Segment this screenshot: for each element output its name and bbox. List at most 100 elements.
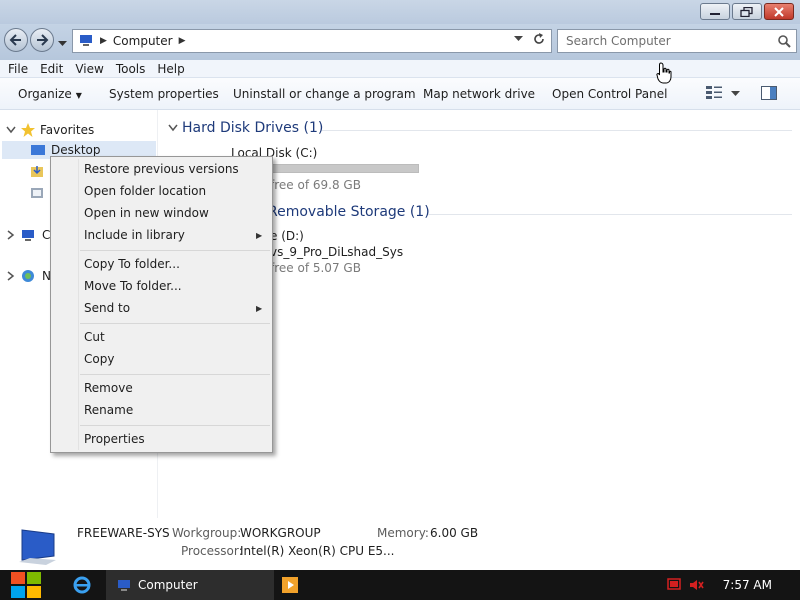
details-pane: FREEWARE-SYS Workgroup: WORKGROUP Memory… [0, 518, 800, 570]
recent-places-icon [31, 188, 43, 198]
menu-open-in-new-window[interactable]: Open in new window [84, 206, 209, 220]
processor-label: Processor: [181, 544, 243, 558]
memory-value: 6.00 GB [430, 526, 479, 540]
context-menu: Restore previous versions Open folder lo… [50, 156, 273, 453]
menu-help[interactable]: Help [149, 60, 184, 77]
back-arrow-icon [9, 34, 21, 46]
map-network-drive-button[interactable]: Map network drive [423, 87, 535, 101]
hard-disk-drives-group[interactable]: Hard Disk Drives (1) [168, 120, 323, 136]
window-controls [700, 3, 794, 20]
organize-button[interactable]: Organize ▼ [18, 87, 82, 101]
taskbar-clock[interactable]: 7:57 AM [723, 578, 772, 592]
menu-separator [80, 323, 270, 324]
nav-computer[interactable]: C [6, 228, 50, 242]
close-button[interactable] [764, 3, 794, 20]
menu-separator [80, 374, 270, 375]
internet-explorer-icon [73, 576, 91, 594]
menu-open-folder-location[interactable]: Open folder location [84, 184, 206, 198]
nav-favorites-label: Favorites [40, 123, 95, 137]
search-input[interactable]: Search Computer [557, 29, 797, 53]
nav-favorites[interactable]: Favorites [6, 122, 94, 138]
menu-edit[interactable]: Edit [32, 60, 63, 77]
chevron-down-icon [6, 126, 16, 134]
nav-network[interactable]: N [6, 269, 51, 283]
restore-icon [740, 6, 753, 17]
menu-file[interactable]: File [0, 60, 28, 77]
windows-logo-icon [11, 572, 41, 598]
computer-icon [22, 230, 34, 241]
search-icon[interactable] [777, 34, 791, 51]
computer-icon [19, 529, 56, 565]
menu-restore-previous-versions[interactable]: Restore previous versions [84, 162, 239, 176]
change-view-button[interactable] [706, 86, 722, 103]
chevron-down-icon [731, 91, 740, 96]
forward-button[interactable] [30, 28, 54, 52]
restore-button[interactable] [732, 3, 762, 20]
chevron-down-icon [58, 41, 67, 46]
open-control-panel-button[interactable]: Open Control Panel [552, 87, 667, 101]
address-bar[interactable]: ▶ Computer ▶ [72, 29, 552, 53]
preview-pane-icon [761, 86, 777, 100]
taskbar: Computer 7:57 AM [0, 570, 800, 600]
close-icon [774, 6, 784, 17]
nav-desktop-label: Desktop [51, 143, 101, 157]
downloads-folder-icon [31, 166, 43, 177]
start-button[interactable] [8, 570, 44, 600]
menu-rename[interactable]: Rename [84, 403, 133, 417]
internet-explorer-button[interactable] [68, 570, 96, 600]
chevron-down-icon [168, 124, 178, 132]
forward-arrow-icon [37, 34, 49, 46]
menu-copy[interactable]: Copy [84, 352, 114, 366]
system-properties-button[interactable]: System properties [109, 87, 219, 101]
uninstall-program-button[interactable]: Uninstall or change a program [233, 87, 416, 101]
organize-label: Organize [18, 87, 72, 101]
computer-icon [118, 580, 130, 591]
hard-disk-drives-heading: Hard Disk Drives (1) [182, 120, 324, 136]
desktop-icon [31, 144, 45, 155]
nav-recent-places[interactable] [30, 186, 44, 200]
taskbar-computer-window[interactable]: Computer [106, 570, 274, 600]
taskbar-computer-label: Computer [138, 578, 198, 592]
breadcrumb-separator-icon[interactable]: ▶ [179, 36, 186, 46]
menu-move-to-folder[interactable]: Move To folder... [84, 279, 182, 293]
submenu-arrow-icon: ▶ [256, 231, 263, 240]
address-dropdown-icon[interactable] [514, 36, 523, 42]
preview-pane-button[interactable] [761, 86, 777, 103]
minimize-button[interactable] [700, 3, 730, 20]
menu-view[interactable]: View [67, 60, 103, 77]
back-button[interactable] [4, 28, 28, 52]
breadcrumb-separator-icon[interactable]: ▶ [100, 36, 107, 46]
refresh-icon[interactable] [533, 33, 545, 45]
volume-icon[interactable] [688, 570, 706, 600]
menu-bar: File Edit View Tools Help [0, 60, 800, 78]
command-bar: Organize ▼ System properties Uninstall or… [0, 78, 800, 110]
action-center-icon[interactable] [665, 570, 683, 600]
menu-copy-to-folder[interactable]: Copy To folder... [84, 257, 180, 271]
removable-storage-heading: Removable Storage (1) [268, 204, 430, 220]
menu-cut[interactable]: Cut [84, 330, 105, 344]
context-menu-gutter [78, 159, 79, 450]
media-player-button[interactable] [278, 570, 302, 600]
processor-value: Intel(R) Xeon(R) CPU E5... [240, 544, 395, 558]
menu-include-in-library[interactable]: Include in library [84, 228, 185, 242]
view-dropdown-button[interactable] [731, 86, 740, 100]
removable-storage-group[interactable]: Removable Storage (1) [268, 204, 430, 220]
submenu-arrow-icon: ▶ [256, 304, 263, 313]
nav-downloads[interactable] [30, 164, 44, 178]
removable-drive-d-name[interactable]: e (D:) [270, 229, 304, 243]
search-placeholder: Search Computer [566, 34, 671, 48]
local-disk-c-free-space: free of 69.8 GB [270, 178, 361, 192]
menu-send-to[interactable]: Send to [84, 301, 130, 315]
workgroup-value: WORKGROUP [240, 526, 321, 540]
breadcrumb-computer[interactable]: Computer [113, 34, 173, 48]
removable-drive-d-label: vs_9_Pro_DiLshad_Sys [270, 245, 404, 259]
memory-label: Memory: [377, 526, 429, 540]
media-player-icon [282, 577, 298, 593]
menu-remove[interactable]: Remove [84, 381, 133, 395]
menu-properties[interactable]: Properties [84, 432, 145, 446]
menu-tools[interactable]: Tools [108, 60, 146, 77]
computer-icon [78, 33, 94, 50]
recent-pages-button[interactable] [58, 36, 67, 50]
title-bar [0, 0, 800, 26]
navigation-bar: ▶ Computer ▶ Search Computer [0, 24, 800, 60]
